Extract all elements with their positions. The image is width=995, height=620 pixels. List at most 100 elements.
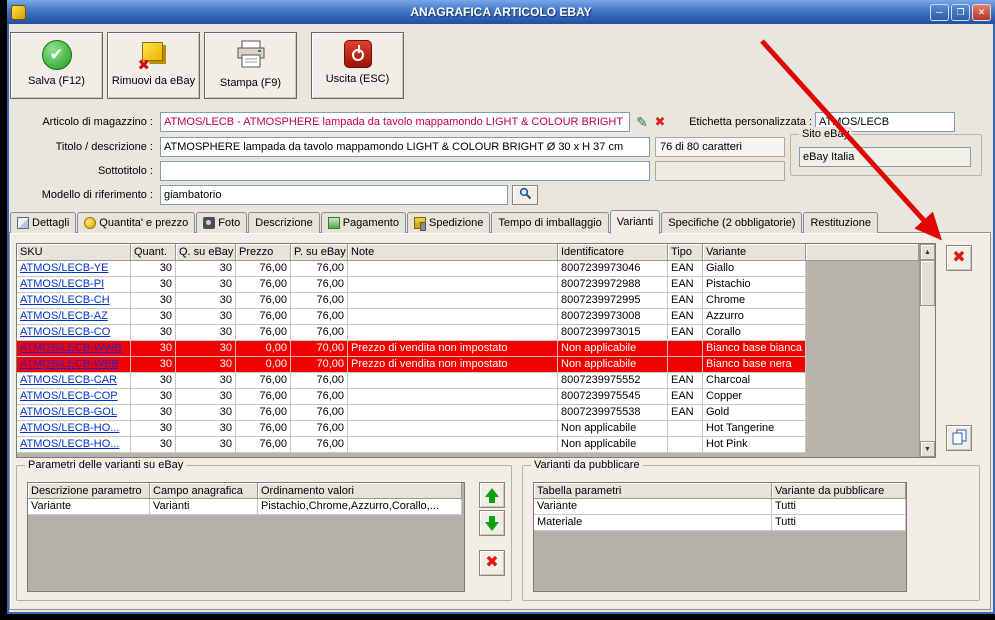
tab-descrizione[interactable]: Descrizione xyxy=(248,212,320,233)
grid-row[interactable]: Variante Tutti xyxy=(534,499,906,515)
variant-row[interactable]: ATMOS/LECB-HO... 30 30 76,00 76,00 Non applic… xyxy=(17,437,919,453)
ebay-site-value: eBay Italia xyxy=(799,147,971,167)
remove-from-ebay-button[interactable]: ✖ Rimuovi da eBay xyxy=(107,32,200,99)
sku-link[interactable]: ATMOS/LECB-WBB xyxy=(20,358,119,370)
cell: Varianti xyxy=(150,499,258,515)
variant-row[interactable]: ATMOS/LECB-WWB 30 30 0,00 70,00 Prezzo di ven… xyxy=(17,341,919,357)
tab-restituzione[interactable]: Restituzione xyxy=(803,212,878,233)
maximize-button[interactable]: ❐ xyxy=(951,3,970,21)
sku-link[interactable]: ATMOS/LECB-HO... xyxy=(20,422,119,434)
power-icon xyxy=(343,40,372,68)
variant-row[interactable]: ATMOS/LECB-PI 30 30 76,00 76,00 8007239972988… xyxy=(17,277,919,293)
delete-variant-button[interactable]: ✖ xyxy=(946,245,972,271)
scroll-up-icon[interactable]: ▲ xyxy=(920,244,935,260)
save-button-label: Salva (F12) xyxy=(28,75,85,87)
tab-varianti[interactable]: Varianti xyxy=(609,210,661,234)
cell-p_ebay: 76,00 xyxy=(291,277,348,293)
tab-tempo-di-imballaggio[interactable]: Tempo di imballaggio xyxy=(491,212,609,233)
column-header[interactable]: Tabella parametri xyxy=(534,483,772,499)
move-down-button[interactable] xyxy=(479,510,505,536)
model-search-button[interactable] xyxy=(512,185,538,205)
tab-spedizione[interactable]: Spedizione xyxy=(406,212,491,233)
column-header[interactable]: Ordinamento valori xyxy=(258,483,462,499)
cell-q_ebay: 30 xyxy=(176,293,236,309)
close-button[interactable]: ✕ xyxy=(972,3,991,21)
arrow-down-icon xyxy=(485,521,499,531)
cell-q_ebay: 30 xyxy=(176,405,236,421)
tab-label: Tempo di imballaggio xyxy=(498,217,602,229)
edit-icon[interactable]: ✎ xyxy=(634,113,650,131)
tab-dettagli[interactable]: Dettagli xyxy=(10,212,77,233)
column-header[interactable]: Identificatore xyxy=(558,244,668,261)
column-header[interactable]: Note xyxy=(348,244,558,261)
column-header[interactable]: P. su eBay xyxy=(291,244,348,261)
variant-row[interactable]: ATMOS/LECB-CAR 30 30 76,00 76,00 800723997555… xyxy=(17,373,919,389)
variant-row[interactable]: ATMOS/LECB-YE 30 30 76,00 76,00 8007239973046… xyxy=(17,261,919,277)
cell-note xyxy=(348,277,558,293)
column-header[interactable]: Q. su eBay xyxy=(176,244,236,261)
variant-row[interactable]: ATMOS/LECB-WBB 30 30 0,00 70,00 Prezzo di ven… xyxy=(17,357,919,373)
column-header[interactable]: Descrizione parametro xyxy=(28,483,150,499)
subtitle-input[interactable] xyxy=(160,161,650,181)
column-header[interactable]: Campo anagrafica xyxy=(150,483,258,499)
cell-note: Prezzo di vendita non impostato xyxy=(348,341,558,357)
sku-link[interactable]: ATMOS/LECB-COP xyxy=(20,390,118,402)
delete-param-button[interactable]: ✖ xyxy=(479,550,505,576)
tab-specifiche-2-obbligatorie-[interactable]: Specifiche (2 obbligatorie) xyxy=(661,212,803,233)
sku-link[interactable]: ATMOS/LECB-CH xyxy=(20,294,110,306)
variant-row[interactable]: ATMOS/LECB-HO... 30 30 76,00 76,00 Non applic… xyxy=(17,421,919,437)
sku-link[interactable]: ATMOS/LECB-HO... xyxy=(20,438,119,450)
cell-p_ebay: 70,00 xyxy=(291,357,348,373)
variant-row[interactable]: ATMOS/LECB-COP 30 30 76,00 76,00 800723997554… xyxy=(17,389,919,405)
column-header[interactable]: SKU xyxy=(17,244,131,261)
variant-row[interactable]: ATMOS/LECB-AZ 30 30 76,00 76,00 8007239973008… xyxy=(17,309,919,325)
model-label: Modello di riferimento : xyxy=(41,189,153,201)
scroll-down-icon[interactable]: ▼ xyxy=(920,441,935,457)
variant-row[interactable]: ATMOS/LECB-CO 30 30 76,00 76,00 8007239973015… xyxy=(17,325,919,341)
column-header-filler xyxy=(806,244,919,261)
copy-button[interactable] xyxy=(946,425,972,451)
column-header[interactable]: Quant. xyxy=(131,244,176,261)
params-grid-header: Descrizione parametro Campo anagrafica Ord… xyxy=(28,483,464,499)
window-border-left xyxy=(7,24,9,614)
scrollbar-thumb[interactable] xyxy=(920,260,935,306)
column-header[interactable]: Tipo xyxy=(668,244,703,261)
title-input[interactable]: ATMOSPHERE lampada da tavolo mappamondo … xyxy=(160,137,650,157)
cell-q_ebay: 30 xyxy=(176,373,236,389)
print-button[interactable]: Stampa (F9) xyxy=(204,32,297,99)
variant-row[interactable]: ATMOS/LECB-GOL 30 30 76,00 76,00 800723997553… xyxy=(17,405,919,421)
cell-sku: ATMOS/LECB-YE xyxy=(17,261,131,277)
exit-button[interactable]: Uscita (ESC) xyxy=(311,32,404,99)
vertical-scrollbar[interactable]: ▲ ▼ xyxy=(919,244,935,457)
sku-link[interactable]: ATMOS/LECB-PI xyxy=(20,278,104,290)
tab-foto[interactable]: Foto xyxy=(196,212,248,233)
cell-variante: Chrome xyxy=(703,293,806,309)
sku-link[interactable]: ATMOS/LECB-YE xyxy=(20,262,108,274)
save-button[interactable]: ✔ Salva (F12) xyxy=(10,32,103,99)
column-header[interactable]: Variante xyxy=(703,244,806,261)
grid-row[interactable]: Materiale Tutti xyxy=(534,515,906,531)
cell-p_ebay: 76,00 xyxy=(291,421,348,437)
sku-link[interactable]: ATMOS/LECB-CO xyxy=(20,326,110,338)
cell-quant: 30 xyxy=(131,373,176,389)
clear-article-icon[interactable]: ✖ xyxy=(652,113,668,131)
variant-row[interactable]: ATMOS/LECB-CH 30 30 76,00 76,00 8007239972995… xyxy=(17,293,919,309)
sku-link[interactable]: ATMOS/LECB-WWB xyxy=(20,342,122,354)
model-input[interactable]: giambatorio xyxy=(160,185,508,205)
sku-link[interactable]: ATMOS/LECB-CAR xyxy=(20,374,117,386)
custom-label-label: Etichetta personalizzata : xyxy=(689,116,812,128)
cell-prezzo: 76,00 xyxy=(236,277,291,293)
move-up-button[interactable] xyxy=(479,482,505,508)
warehouse-input[interactable]: ATMOS/LECB - ATMOSPHERE lampada da tavol… xyxy=(160,112,630,132)
sku-link[interactable]: ATMOS/LECB-GOL xyxy=(20,406,117,418)
minimize-button[interactable]: ─ xyxy=(930,3,949,21)
truck-icon xyxy=(413,217,426,231)
sku-link[interactable]: ATMOS/LECB-AZ xyxy=(20,310,108,322)
variants-grid-body: ATMOS/LECB-YE 30 30 76,00 76,00 8007239973046… xyxy=(17,261,919,457)
column-header[interactable]: Prezzo xyxy=(236,244,291,261)
tab-quantita-e-prezzo[interactable]: Quantita' e prezzo xyxy=(77,212,196,233)
tab-pagamento[interactable]: Pagamento xyxy=(320,212,406,233)
grid-row[interactable]: Variante Varianti Pistachio,Chrome,Azzurro… xyxy=(28,499,464,515)
column-header[interactable]: Variante da pubblicare xyxy=(772,483,906,499)
tab-label: Foto xyxy=(218,217,241,229)
